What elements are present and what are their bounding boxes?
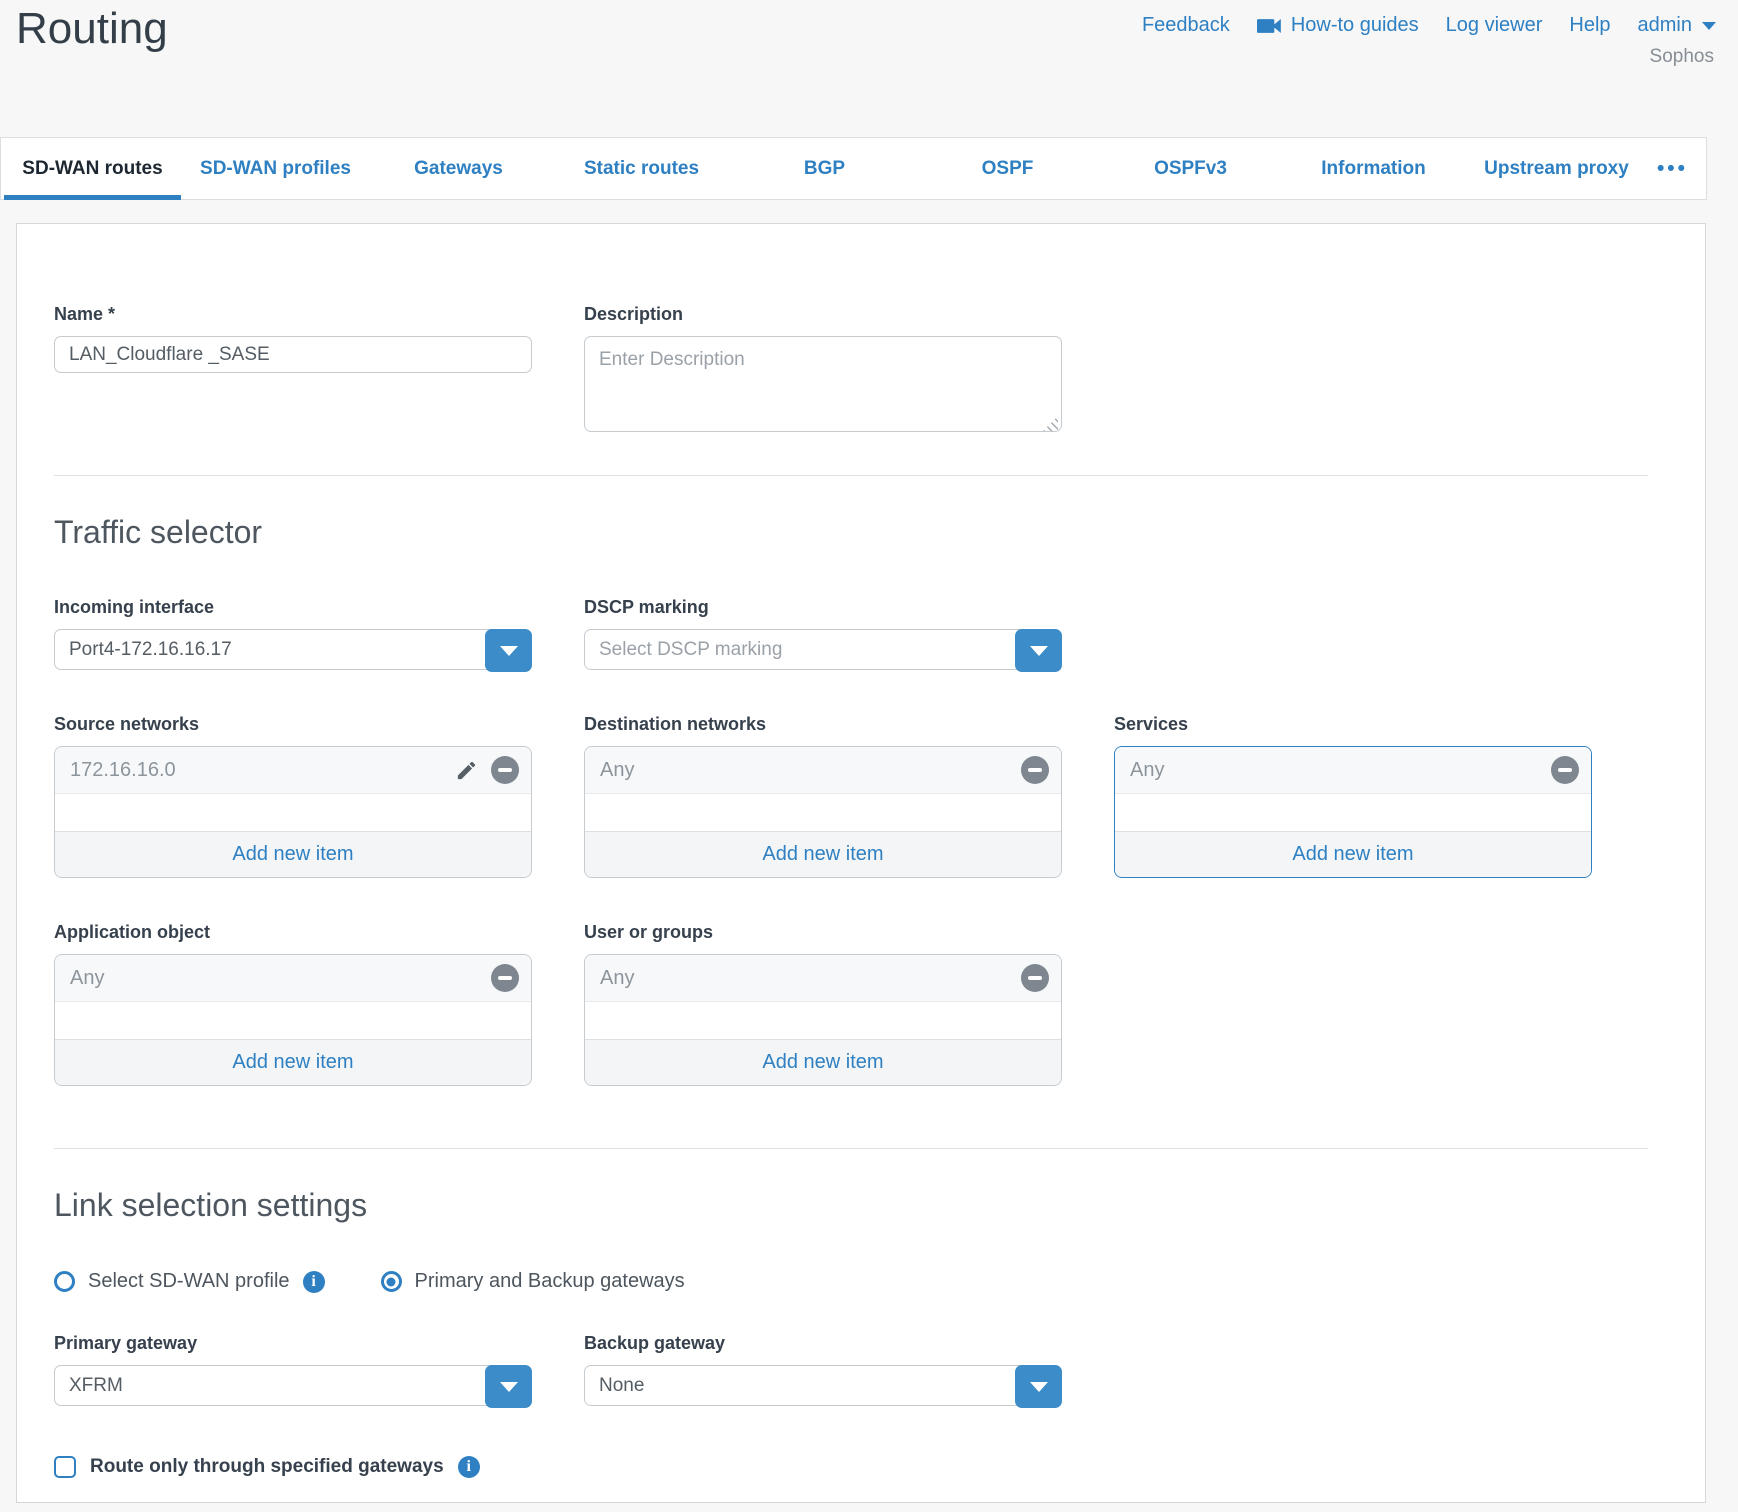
tab-bgp[interactable]: BGP [733,138,916,199]
remove-item-icon[interactable] [1021,756,1049,784]
traffic-selector-heading: Traffic selector [54,514,1668,551]
list-item: Any [585,747,1061,794]
backup-gateway-label: Backup gateway [584,1333,1062,1354]
user-groups-listbox: Any Add new item [584,954,1062,1086]
name-label: Name * [54,304,532,325]
destination-networks-label: Destination networks [584,714,1062,735]
tab-ospfv3[interactable]: OSPFv3 [1099,138,1282,199]
application-object-label: Application object [54,922,532,943]
caret-down-icon [1702,22,1716,30]
radio-select-sdwan-profile[interactable]: Select SD-WAN profile i [54,1270,325,1293]
info-icon[interactable]: i [458,1456,480,1478]
name-input[interactable] [54,336,532,373]
primary-gateway-label: Primary gateway [54,1333,532,1354]
add-new-item-button[interactable]: Add new item [585,831,1061,877]
help-link[interactable]: Help [1569,14,1610,37]
add-new-item-button[interactable]: Add new item [55,1039,531,1085]
top-nav: Feedback How-to guides Log viewer Help a… [1142,14,1716,37]
services-group: Services Any Add new item [1114,714,1592,878]
tab-sdwan-routes[interactable]: SD-WAN routes [1,138,184,199]
services-listbox: Any Add new item [1114,746,1592,878]
dscp-marking-label: DSCP marking [584,597,1062,618]
list-item: 172.16.16.0 [55,747,531,794]
user-menu[interactable]: admin [1638,14,1716,37]
backup-gateway-group: Backup gateway None [584,1333,1062,1406]
description-label: Description [584,304,1062,325]
video-camera-icon [1257,16,1283,36]
dscp-marking-select[interactable]: Select DSCP marking [584,629,1062,670]
tab-gateways[interactable]: Gateways [367,138,550,199]
add-new-item-button[interactable]: Add new item [55,831,531,877]
link-selection-heading: Link selection settings [54,1187,1668,1224]
tab-upstream-proxy[interactable]: Upstream proxy [1465,138,1648,199]
tab-ospf[interactable]: OSPF [916,138,1099,199]
name-field-group: Name * [54,304,532,437]
destination-networks-group: Destination networks Any Add new item [584,714,1062,878]
dropdown-caret-icon[interactable] [485,1365,532,1408]
top-bar: Routing Feedback How-to guides Log viewe… [0,0,1738,137]
dscp-marking-group: DSCP marking Select DSCP marking [584,597,1062,670]
user-groups-group: User or groups Any Add new item [584,922,1062,1086]
list-item: Any [55,955,531,1002]
info-icon[interactable]: i [303,1271,325,1293]
tab-static-routes[interactable]: Static routes [550,138,733,199]
source-networks-group: Source networks 172.16.16.0 Add new item [54,714,532,878]
description-field-group: Description [584,304,1062,437]
add-new-item-button[interactable]: Add new item [585,1039,1061,1085]
incoming-interface-select[interactable]: Port4-172.16.16.17 [54,629,532,670]
tab-sdwan-profiles[interactable]: SD-WAN profiles [184,138,367,199]
incoming-interface-group: Incoming interface Port4-172.16.16.17 [54,597,532,670]
source-networks-listbox: 172.16.16.0 Add new item [54,746,532,878]
add-new-item-button[interactable]: Add new item [1115,831,1591,877]
radio-primary-backup-gateways[interactable]: Primary and Backup gateways [381,1270,685,1293]
remove-item-icon[interactable] [1551,756,1579,784]
application-object-listbox: Any Add new item [54,954,532,1086]
page-title: Routing [16,4,168,54]
more-tabs-icon[interactable]: ••• [1657,138,1706,199]
remove-item-icon[interactable] [491,964,519,992]
divider [54,475,1648,476]
application-object-group: Application object Any Add new item [54,922,532,1086]
howto-guides-link[interactable]: How-to guides [1257,14,1419,37]
route-only-option: Route only through specified gateways i [54,1456,1668,1478]
list-item: Any [585,955,1061,1002]
sdwan-route-form-panel: Name * Description Traffic selector Inco… [16,223,1706,1503]
incoming-interface-label: Incoming interface [54,597,532,618]
feedback-link[interactable]: Feedback [1142,14,1230,37]
primary-gateway-select[interactable]: XFRM [54,1365,532,1406]
services-label: Services [1114,714,1592,735]
dropdown-caret-icon[interactable] [1015,629,1062,672]
radio-unselected-icon[interactable] [54,1271,75,1292]
log-viewer-link[interactable]: Log viewer [1446,14,1543,37]
remove-item-icon[interactable] [491,756,519,784]
destination-networks-listbox: Any Add new item [584,746,1062,878]
list-item: Any [1115,747,1591,794]
brand-label: Sophos [1650,46,1714,68]
radio-selected-icon[interactable] [381,1271,402,1292]
edit-pencil-icon[interactable] [455,759,478,782]
tab-information[interactable]: Information [1282,138,1465,199]
dropdown-caret-icon[interactable] [1015,1365,1062,1408]
primary-gateway-group: Primary gateway XFRM [54,1333,532,1406]
remove-item-icon[interactable] [1021,964,1049,992]
dropdown-caret-icon[interactable] [485,629,532,672]
description-textarea[interactable] [584,336,1062,432]
source-networks-label: Source networks [54,714,532,735]
route-only-checkbox[interactable] [54,1456,76,1478]
backup-gateway-select[interactable]: None [584,1365,1062,1406]
divider [54,1148,1648,1149]
tab-bar: SD-WAN routes SD-WAN profiles Gateways S… [0,137,1707,200]
user-groups-label: User or groups [584,922,1062,943]
